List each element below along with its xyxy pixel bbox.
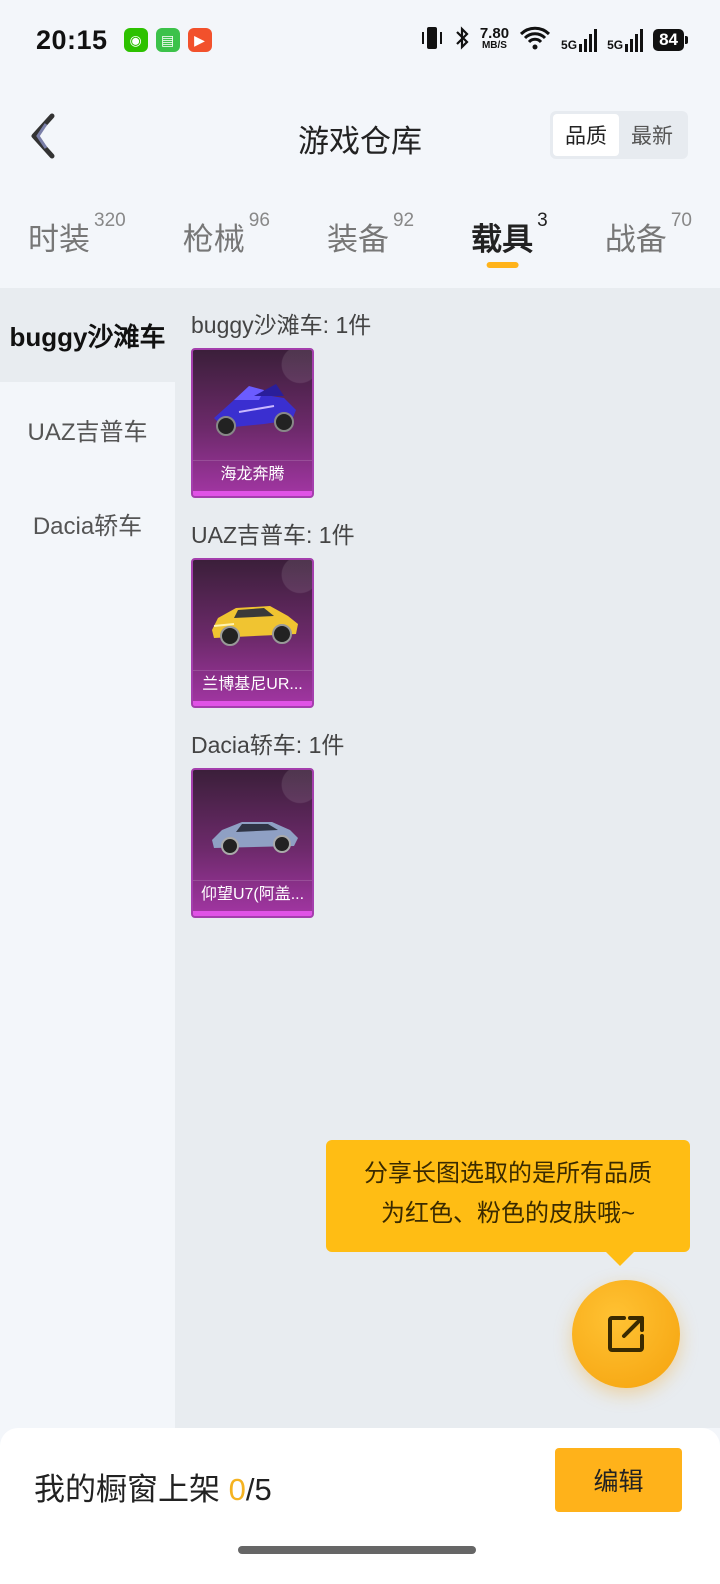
sedan-icon [201, 788, 306, 874]
showcase-status: 我的橱窗上架 0/5 [34, 1472, 272, 1507]
vehicle-type-sidebar: buggy沙滩车 UAZ吉普车 Dacia轿车 [0, 288, 175, 1428]
category-tabs: 时装 320 枪械 96 装备 92 载具 3 战备 70 [0, 200, 720, 286]
signal-5g-1: 5G [561, 28, 598, 52]
wifi-icon [519, 26, 551, 55]
status-time: 20:15 [36, 24, 108, 55]
item-card[interactable]: 仰望U7(阿盖... [191, 768, 314, 918]
vibrate-icon [420, 25, 444, 56]
messages-icon: ▤ [155, 28, 180, 52]
network-speed: 7.80 MB/S [479, 25, 510, 51]
bottom-bar: 我的橱窗上架 0/5 编辑 [0, 1428, 720, 1584]
status-indicators: 7.80 MB/S 5G 5G 84 [420, 25, 688, 56]
share-external-icon [608, 1316, 644, 1352]
vehicle-list: buggy沙滩车: 1件 海龙奔腾 UAZ吉普车: 1件 兰博基尼UR... D… [175, 288, 720, 1428]
signal-5g-2: 5G [607, 28, 644, 52]
item-name: 海龙奔腾 [193, 460, 312, 488]
tab-fashion[interactable]: 时装 320 [28, 200, 126, 286]
sort-newest-button[interactable]: 最新 [619, 114, 685, 156]
item-card[interactable]: 兰博基尼UR... [191, 558, 314, 708]
group-title-dacia: Dacia轿车: 1件 [191, 732, 345, 758]
sidebar-item-uaz[interactable]: UAZ吉普车 [0, 382, 175, 476]
item-name: 兰博基尼UR... [193, 670, 312, 698]
group-title-uaz: UAZ吉普车: 1件 [191, 522, 355, 548]
item-card[interactable]: 海龙奔腾 [191, 348, 314, 498]
tab-combat-supplies[interactable]: 战备 70 [605, 200, 692, 286]
video-icon: ▶ [187, 28, 212, 52]
suv-icon [201, 578, 306, 664]
app-header: 游戏仓库 品质 最新 [0, 96, 720, 176]
share-button[interactable] [572, 1280, 680, 1388]
buggy-icon [201, 368, 306, 454]
sidebar-item-dacia[interactable]: Dacia轿车 [0, 476, 175, 570]
tab-guns[interactable]: 枪械 96 [183, 200, 270, 286]
group-title-buggy: buggy沙滩车: 1件 [191, 312, 372, 338]
home-indicator[interactable] [238, 1546, 476, 1554]
sort-toggle: 品质 最新 [550, 111, 688, 159]
sidebar-item-buggy[interactable]: buggy沙滩车 [0, 288, 175, 382]
bluetooth-icon [454, 25, 470, 56]
edit-button[interactable]: 编辑 [555, 1448, 682, 1512]
share-tooltip: 分享长图选取的是所有品质 为红色、粉色的皮肤哦~ [326, 1140, 690, 1266]
item-name: 仰望U7(阿盖... [193, 880, 312, 908]
active-tab-indicator [487, 262, 520, 268]
battery-indicator: 84 [653, 29, 688, 51]
status-bar: 20:15 ◉ ▤ ▶ 7.80 MB/S 5G 5G 84 [0, 0, 720, 80]
status-app-icons: ◉ ▤ ▶ [123, 28, 212, 52]
wechat-icon: ◉ [123, 28, 148, 52]
sort-quality-button[interactable]: 品质 [553, 114, 619, 156]
tab-equipment[interactable]: 装备 92 [327, 200, 414, 286]
tab-vehicles[interactable]: 载具 3 [471, 200, 548, 286]
